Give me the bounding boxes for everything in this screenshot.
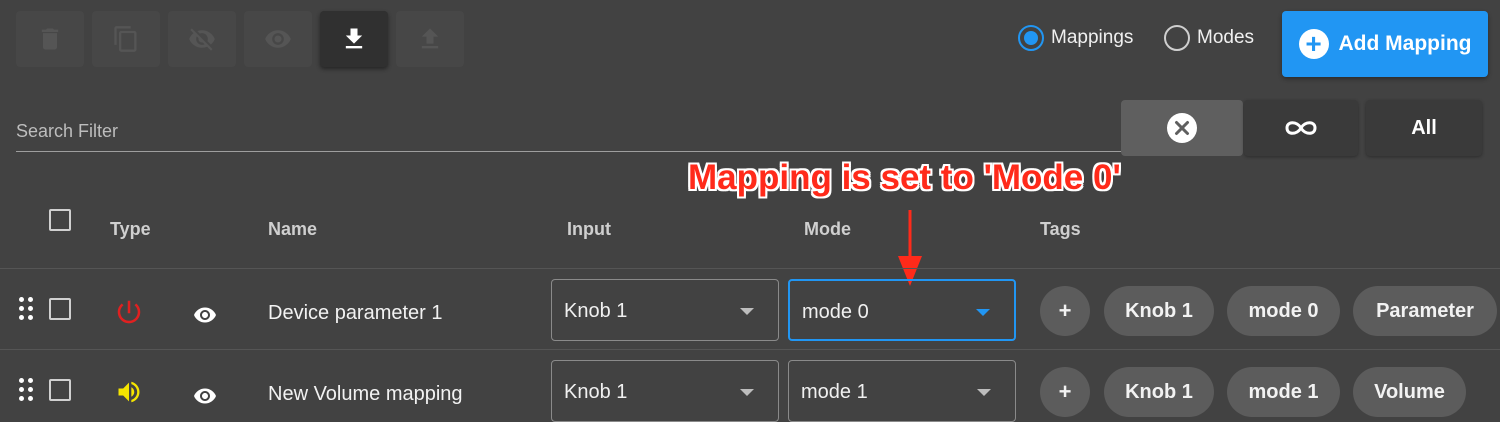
infinity-icon — [1285, 121, 1317, 135]
radio-unchecked-icon — [1164, 25, 1190, 51]
power-icon — [117, 300, 141, 324]
copy-icon — [114, 26, 137, 52]
close-circle-icon — [1167, 113, 1197, 143]
add-mapping-button[interactable]: + Add Mapping — [1282, 11, 1488, 77]
tag-chip[interactable]: mode 0 — [1227, 286, 1340, 336]
eye-icon[interactable] — [191, 303, 219, 327]
search-input[interactable]: Search Filter — [16, 121, 118, 142]
plus-circle-icon: + — [1298, 29, 1329, 59]
annotation-arrow-icon — [898, 210, 922, 286]
eye-icon[interactable] — [191, 384, 219, 408]
duplicate-button[interactable] — [92, 11, 160, 67]
mapping-name[interactable]: Device parameter 1 — [268, 302, 443, 325]
annotation-text: Mapping is set to 'Mode 0' — [688, 158, 1121, 197]
filter-infinity-button[interactable] — [1244, 100, 1358, 156]
radio-mappings-label: Mappings — [1051, 27, 1134, 48]
delete-button[interactable] — [16, 11, 84, 67]
tag-chip[interactable]: Parameter — [1353, 286, 1497, 336]
trash-icon — [41, 28, 59, 50]
header-type: Type — [110, 219, 151, 239]
tag-chip[interactable]: Knob 1 — [1104, 367, 1214, 417]
mode-select[interactable]: mode 0 — [788, 279, 1016, 341]
header-divider — [0, 268, 1500, 269]
row-checkbox[interactable] — [49, 298, 71, 320]
add-tag-button[interactable]: + — [1040, 286, 1090, 336]
mapping-name[interactable]: New Volume mapping — [268, 383, 463, 406]
mode-select[interactable]: mode 1 — [788, 360, 1016, 422]
select-all-checkbox[interactable] — [49, 209, 71, 231]
add-tag-button[interactable]: + — [1040, 367, 1090, 417]
tag-chip[interactable]: Knob 1 — [1104, 286, 1214, 336]
row-divider — [0, 349, 1500, 350]
show-button[interactable] — [244, 11, 312, 67]
radio-modes[interactable]: Modes — [1164, 25, 1254, 51]
input-select[interactable]: Knob 1 — [551, 279, 779, 341]
header-name: Name — [268, 219, 318, 239]
hide-button[interactable] — [168, 11, 236, 67]
search-underline — [16, 151, 1125, 152]
row-checkbox[interactable] — [49, 379, 71, 401]
mode-select-value: mode 1 — [801, 381, 868, 403]
mode-select-value: mode 0 — [802, 301, 869, 323]
drag-handle-icon[interactable] — [19, 378, 35, 402]
tag-chip[interactable]: mode 1 — [1227, 367, 1340, 417]
header-input: Input — [567, 219, 611, 239]
header-tags: Tags — [1040, 219, 1081, 239]
filter-all-label: All — [1411, 116, 1437, 139]
radio-modes-label: Modes — [1197, 27, 1255, 48]
chevron-down-icon — [977, 389, 991, 396]
filter-all-button[interactable]: All — [1366, 100, 1482, 156]
input-select-value: Knob 1 — [564, 381, 628, 403]
add-mapping-label: Add Mapping — [1338, 32, 1472, 55]
chevron-down-icon — [740, 308, 754, 315]
upload-button[interactable] — [396, 11, 464, 67]
filter-clear-button[interactable] — [1121, 100, 1243, 156]
input-select-value: Knob 1 — [564, 300, 628, 322]
upload-icon — [421, 28, 439, 49]
download-button[interactable] — [320, 11, 388, 67]
chevron-down-icon — [976, 309, 990, 316]
eye-icon — [265, 30, 291, 48]
radio-checked-icon — [1018, 25, 1044, 51]
input-select[interactable]: Knob 1 — [551, 360, 779, 422]
drag-handle-icon[interactable] — [19, 297, 35, 321]
tag-chip[interactable]: Volume — [1353, 367, 1466, 417]
download-icon — [345, 28, 363, 49]
radio-mappings[interactable]: Mappings — [1018, 25, 1133, 51]
eye-off-icon — [189, 28, 215, 51]
chevron-down-icon — [740, 389, 754, 396]
header-mode: Mode — [804, 219, 851, 239]
